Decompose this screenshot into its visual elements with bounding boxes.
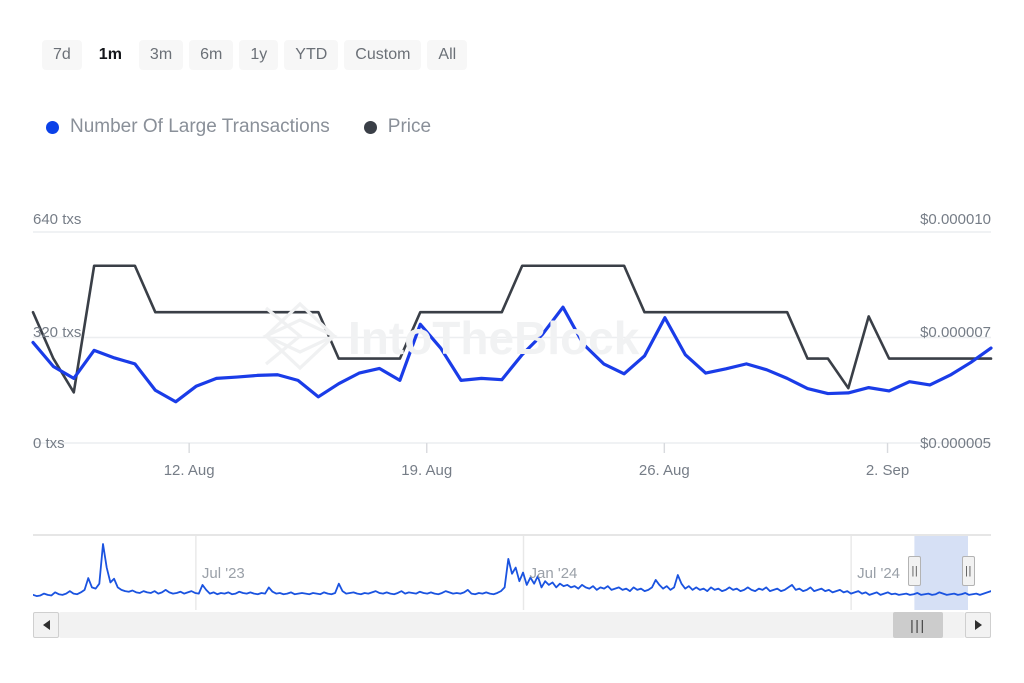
- x-axis-tick-label-0: 12. Aug: [163, 462, 215, 479]
- range-button-all[interactable]: All: [427, 40, 468, 71]
- y-axis-right-tick-high: $0.000010: [920, 211, 991, 228]
- range-button-ytd[interactable]: YTD: [284, 40, 339, 71]
- scroll-right-icon: [974, 620, 982, 630]
- chart-legend: Number Of Large Transactions Price: [46, 116, 431, 138]
- x-axis-tick-label-1: 19. Aug: [401, 462, 453, 479]
- scroll-left-icon: [42, 620, 50, 630]
- y-axis-left-tick-640: 640 txs: [33, 211, 82, 228]
- navigator-handle-right[interactable]: ||: [962, 556, 975, 586]
- y-axis-right-tick-mid: $0.000007: [920, 324, 991, 341]
- price-line: [31, 264, 993, 394]
- navigator-selection-zone[interactable]: [914, 536, 968, 610]
- scrollbar-grip-icon: |||: [910, 617, 926, 633]
- scroll-right-button[interactable]: [965, 612, 991, 638]
- range-button-custom[interactable]: Custom: [344, 40, 422, 71]
- navigator-svg: [32, 534, 992, 610]
- handle-grip-icon: ||: [965, 564, 972, 577]
- legend-label: Number Of Large Transactions: [70, 116, 330, 137]
- range-button-6m[interactable]: 6m: [189, 40, 234, 71]
- handle-grip-icon: ||: [911, 564, 919, 577]
- navigator-scrollbar[interactable]: |||: [33, 612, 991, 638]
- x-axis-tick-label-2: 26. Aug: [638, 462, 690, 479]
- main-chart-svg: [31, 231, 993, 453]
- scroll-left-button[interactable]: [33, 612, 59, 638]
- range-button-1m[interactable]: 1m: [87, 40, 133, 71]
- range-button-1y[interactable]: 1y: [239, 40, 279, 71]
- y-axis-right-tick-low: $0.000005: [920, 435, 991, 452]
- y-axis-left-tick-320: 320 txs: [33, 324, 82, 341]
- circle-marker-icon: [363, 120, 377, 134]
- chart-widget: 7d 1m 3m 6m 1y YTD Custom All Number Of Large T…: [0, 0, 1024, 683]
- legend-label: Price: [387, 116, 432, 137]
- main-plot-area[interactable]: 640 txs 320 txs 0 txs $0.000010 $0.00000…: [0, 185, 1024, 505]
- range-button-7d[interactable]: 7d: [42, 40, 82, 71]
- x-axis-ticks: [188, 443, 889, 453]
- navigator-handle-left[interactable]: ||: [908, 556, 922, 586]
- x-axis-tick-label-3: 2. Sep: [865, 462, 910, 479]
- range-button-3m[interactable]: 3m: [138, 40, 184, 71]
- circle-marker-icon: [46, 120, 59, 134]
- legend-item-large-transactions[interactable]: Number Of Large Transactions: [46, 116, 330, 138]
- y-axis-left-tick-0: 0 txs: [33, 435, 65, 452]
- scrollbar-thumb[interactable]: |||: [892, 612, 944, 638]
- gridlines: [33, 231, 991, 444]
- scrollbar-track[interactable]: |||: [59, 612, 965, 638]
- range-selector: 7d 1m 3m 6m 1y YTD Custom All: [42, 40, 468, 71]
- legend-item-price[interactable]: Price: [363, 116, 432, 138]
- navigator[interactable]: [32, 534, 992, 610]
